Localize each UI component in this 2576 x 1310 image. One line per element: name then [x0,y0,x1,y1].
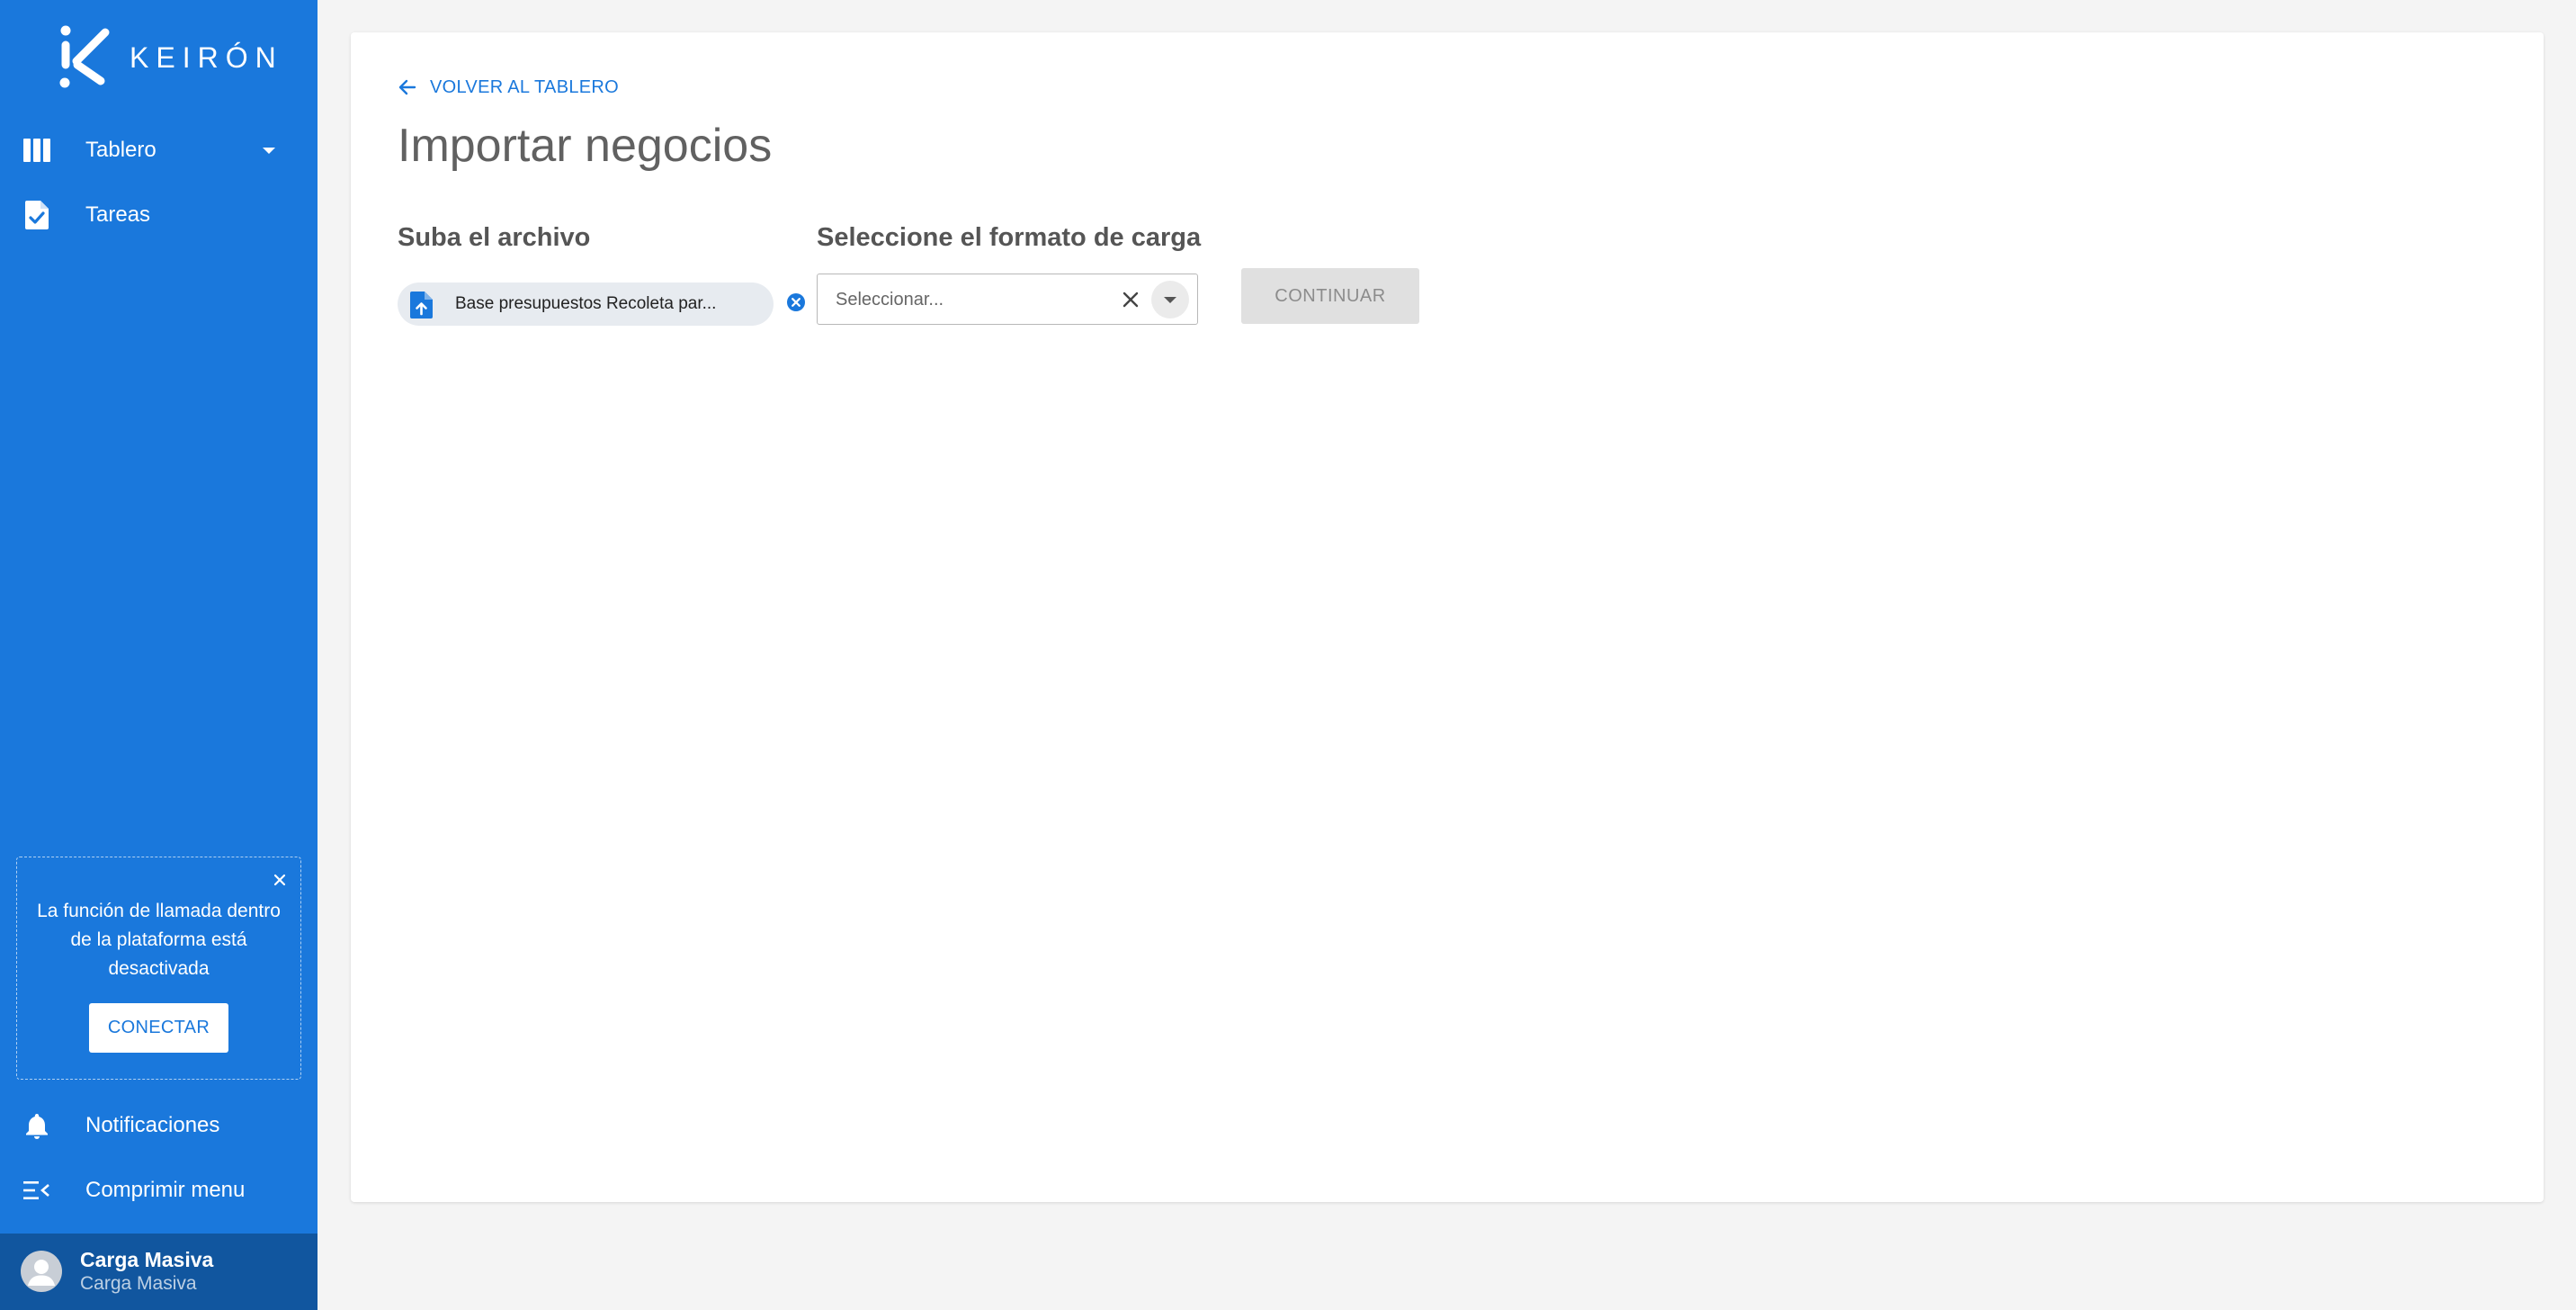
sidebar-item-tareas[interactable]: Tareas [0,183,318,247]
file-upload-icon [410,292,434,323]
chevron-down-icon[interactable] [1151,281,1189,319]
keiron-logo[interactable]: KEIRÓN [58,23,283,92]
page-title: Importar negocios [398,120,773,172]
call-disabled-notice: La función de llamada dentro de la plata… [16,857,301,1080]
user-name: Carga Masiva [80,1248,214,1271]
caret-down-icon[interactable] [263,147,275,154]
sidebar: KEIRÓN Tablero Tareas La función de llam… [0,0,318,1310]
columns-icon [22,135,52,166]
sidebar-item-label: Tareas [85,202,151,227]
collapse-menu-icon [22,1175,52,1206]
sidebar-item-comprimir-menu[interactable]: Comprimir menu [0,1158,318,1223]
format-select[interactable]: Seleccionar... [817,274,1198,325]
sidebar-item-label: Tablero [85,138,157,162]
close-icon[interactable] [270,870,290,890]
back-to-dashboard-link[interactable]: VOLVER AL TABLERO [398,72,619,103]
uploaded-file-chip: Base presupuestos Recoleta par... [398,283,805,326]
back-link-label: VOLVER AL TABLERO [430,76,620,97]
sidebar-item-label: Comprimir menu [85,1178,246,1202]
continue-button[interactable]: CONTINUAR [1241,268,1419,324]
user-profile[interactable]: Carga Masiva Carga Masiva [0,1234,318,1310]
import-card: VOLVER AL TABLERO Importar negocios Suba… [351,32,2544,1202]
keiron-logo-icon [59,25,110,88]
bell-icon [22,1110,52,1141]
sidebar-item-notificaciones[interactable]: Notificaciones [0,1093,318,1158]
avatar-icon [21,1251,62,1292]
call-notice-message: La función de llamada dentro de la plata… [37,901,281,979]
user-subtitle: Carga Masiva [80,1273,197,1294]
format-select-placeholder: Seleccionar... [836,290,944,310]
sidebar-item-label: Notificaciones [85,1113,220,1137]
task-file-icon [22,200,52,230]
remove-circle-icon[interactable] [786,292,806,317]
sidebar-item-tablero[interactable]: Tablero [0,118,318,183]
file-name: Base presupuestos Recoleta par... [455,294,717,313]
arrow-left-icon [398,79,416,95]
upload-label: Suba el archivo [398,223,591,252]
clear-icon[interactable] [1120,289,1141,310]
brand-name: KEIRÓN [130,40,283,74]
connect-button[interactable]: CONECTAR [89,1003,228,1053]
format-label: Seleccione el formato de carga [817,223,1202,252]
